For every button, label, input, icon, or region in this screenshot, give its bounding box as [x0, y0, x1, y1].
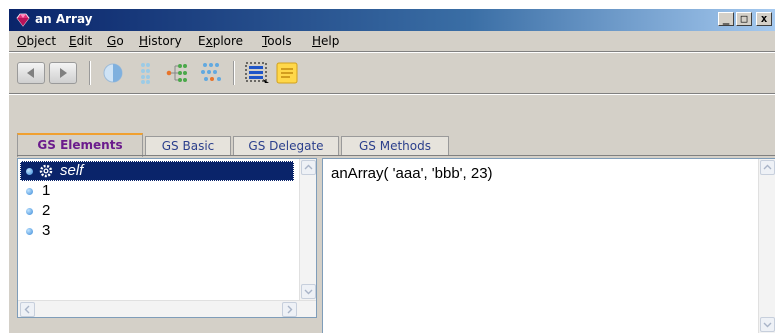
list-item-label: self [60, 162, 84, 179]
chevron-down-icon [304, 289, 313, 295]
list-item[interactable]: 2 [20, 201, 294, 221]
elements-list[interactable]: self 1 2 3 [17, 158, 317, 318]
chevron-up-icon [763, 164, 772, 170]
menu-go[interactable]: Go [107, 34, 124, 48]
scroll-left-button[interactable] [20, 302, 35, 317]
list-item[interactable]: 3 [20, 221, 294, 241]
window-title: an Array [35, 12, 93, 26]
scroll-right-button[interactable] [282, 302, 297, 317]
list-item-self[interactable]: self [20, 161, 294, 181]
chevron-down-icon [763, 322, 772, 328]
text-vertical-scrollbar[interactable] [758, 159, 775, 333]
half-circle-icon[interactable] [101, 61, 125, 85]
menu-bar: Object Edit Go History Explore Tools Hel… [9, 31, 775, 51]
scroll-down-button[interactable] [760, 317, 775, 332]
tree-dots-icon[interactable] [133, 61, 157, 85]
menu-help[interactable]: Help [312, 34, 339, 48]
menu-tools[interactable]: Tools [262, 34, 292, 48]
minimize-button[interactable]: _ [718, 12, 734, 26]
title-bar[interactable]: an Array _ □ x [9, 9, 775, 31]
bullet-icon [26, 168, 33, 175]
content-area: self 1 2 3 anArray('aaa', 'bbb', 23) [17, 155, 775, 333]
menu-explore[interactable]: Explore [198, 34, 243, 48]
scroll-up-button[interactable] [760, 160, 775, 175]
menu-object[interactable]: Object [17, 34, 56, 48]
print-string-pane[interactable]: anArray( 'aaa', 'bbb', 23) [322, 158, 775, 333]
list-item-label: 1 [42, 182, 51, 199]
bullet-icon [26, 228, 33, 235]
chevron-up-icon [304, 164, 313, 170]
tab-gs-elements[interactable]: GS Elements [17, 133, 143, 157]
inspector-window: an Array _ □ x Object Edit Go History Ex… [8, 8, 775, 333]
scroll-up-button[interactable] [301, 160, 316, 175]
forward-button[interactable] [49, 62, 77, 84]
toolbar-separator [9, 93, 775, 95]
chevron-left-icon [24, 305, 30, 314]
list-item-label: 2 [42, 202, 51, 219]
tab-bar: GS Elements GS Basic GS Delegate GS Meth… [9, 128, 775, 157]
list-vertical-scrollbar[interactable] [299, 159, 316, 300]
gear-icon [39, 164, 53, 178]
chevron-right-icon [287, 305, 293, 314]
list-item[interactable]: 1 [20, 181, 294, 201]
print-string-text: anArray( 'aaa', 'bbb', 23) [331, 165, 493, 182]
arrow-left-icon [27, 68, 34, 78]
list-horizontal-scrollbar[interactable] [18, 300, 316, 317]
toolbar-divider [233, 61, 235, 85]
tab-gs-methods[interactable]: GS Methods [341, 136, 449, 156]
back-button[interactable] [17, 62, 45, 84]
scroll-down-button[interactable] [301, 284, 316, 299]
maximize-button[interactable]: □ [736, 12, 752, 26]
menu-history[interactable]: History [139, 34, 182, 48]
bullet-icon [26, 208, 33, 215]
gem-icon [16, 13, 30, 27]
close-button[interactable]: x [756, 12, 772, 26]
note-icon[interactable] [275, 61, 299, 85]
menu-edit[interactable]: Edit [69, 34, 92, 48]
toolbar-divider [89, 61, 91, 85]
list-item-label: 3 [42, 222, 51, 239]
tab-gs-delegate[interactable]: GS Delegate [233, 136, 339, 156]
bullet-icon [26, 188, 33, 195]
branch-dots-icon[interactable] [165, 61, 189, 85]
dashed-list-icon[interactable] [245, 61, 269, 85]
graph-dots-icon[interactable] [199, 61, 223, 85]
toolbar [9, 53, 775, 93]
tab-gs-basic[interactable]: GS Basic [145, 136, 231, 156]
arrow-right-icon [60, 68, 67, 78]
